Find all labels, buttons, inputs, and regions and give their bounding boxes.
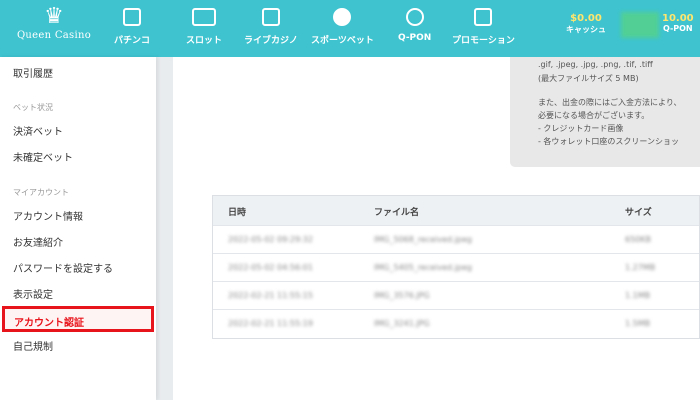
table-row: 2022-05-02 04:56:01 IMG_5405_received.jp… (213, 253, 699, 281)
qpon-amount: 10.00 (662, 13, 694, 24)
sidebar-item-unsettled-bets[interactable]: 未確定ベット (13, 149, 73, 164)
sidebar-item-account-verification[interactable]: アカウント認証 (2, 306, 154, 332)
nav-promotion-label: プロモーション (452, 36, 515, 46)
notice-max-size: (最大ファイルサイズ 5 MB) (538, 74, 639, 83)
queen-casino-logo[interactable]: ♛ Queen Casino (8, 4, 100, 52)
nav-sports-bet[interactable]: スポーツベット (311, 8, 374, 46)
upload-notice-box: .gif, .jpeg, .jpg, .png, .tif, .tiff (最大… (510, 57, 700, 167)
uploaded-files-table: 日時 ファイル名 サイズ 2022-05-02 09:29:32 IMG_506… (212, 195, 700, 339)
cell-date: 2022-02-21 11:55:15 (228, 291, 313, 300)
brand-line2: Casino (54, 30, 92, 41)
nav-slot-label: スロット (186, 36, 223, 46)
sidebar-item-display-settings[interactable]: 表示設定 (13, 286, 53, 301)
nav-pachinko[interactable]: パチンコ (114, 8, 150, 46)
sidebar-item-self-limit[interactable]: 自己規制 (13, 338, 53, 353)
qpon-icon (405, 8, 424, 26)
pachinko-icon (123, 8, 141, 26)
nav-sports-bet-label: スポーツベット (311, 36, 374, 46)
cell-date: 2022-02-21 11:55:19 (228, 319, 313, 328)
soccer-ball-icon (333, 8, 352, 26)
top-nav-bar: ♛ Queen Casino パチンコ スロット ライブカジノ スポーツベット … (0, 0, 700, 57)
nav-promotion[interactable]: プロモーション (452, 8, 515, 46)
notice-wallet-screenshot: - 各ウォレット口座のスクリーンショッ (538, 137, 680, 146)
cash-label: キャッシュ (566, 25, 606, 34)
cell-size: 1.5MB (625, 319, 651, 328)
cell-filename: IMG_3241.JPG (374, 319, 430, 328)
sidebar-header-my-account: マイアカウント (13, 188, 69, 197)
sidebar-item-referral[interactable]: お友達紹介 (13, 234, 63, 249)
nav-live-casino-label: ライブカジノ (244, 36, 298, 46)
slot-icon (192, 8, 216, 26)
column-header-size: サイズ (625, 208, 652, 218)
table-row: 2022-02-21 11:55:15 IMG_3576.JPG 1.1MB (213, 281, 699, 309)
crown-icon: ♛ (44, 4, 64, 29)
cash-balance[interactable]: $0.00 キャッシュ (566, 13, 606, 35)
nav-live-casino[interactable]: ライブカジノ (244, 8, 298, 46)
cell-date: 2022-05-02 04:56:01 (228, 263, 313, 272)
cell-size: 650KB (625, 235, 652, 244)
nav-qpon-label: Q-PON (398, 33, 432, 43)
table-row: 2022-02-21 11:55:19 IMG_3241.JPG 1.5MB (213, 309, 699, 337)
notice-credit-card: - クレジットカード画像 (538, 124, 624, 133)
live-casino-icon (261, 8, 280, 26)
cell-date: 2022-05-02 09:29:32 (228, 235, 313, 244)
cell-size: 1.1MB (625, 291, 651, 300)
nav-pachinko-label: パチンコ (114, 36, 151, 46)
blurred-bonus-balance (621, 12, 659, 38)
sidebar-item-password[interactable]: パスワードを設定する (13, 260, 113, 275)
table-header: 日時 ファイル名 サイズ (213, 196, 699, 225)
notice-withdraw-text-2: 必要になる場合がございます。 (538, 111, 650, 120)
sidebar-header-bets: ベット状況 (13, 103, 53, 112)
sidebar-item-history[interactable]: 取引履歴 (13, 65, 53, 80)
table-row: 2022-05-02 09:29:32 IMG_5068_received.jp… (213, 225, 699, 253)
sidebar-item-account-info[interactable]: アカウント情報 (13, 208, 83, 223)
cell-size: 1.27MB (625, 263, 656, 272)
cell-filename: IMG_3576.JPG (374, 291, 430, 300)
gift-icon (474, 8, 493, 26)
sidebar-item-settled-bets[interactable]: 決済ベット (13, 123, 63, 138)
qpon-balance[interactable]: 10.00 Q-PON (662, 13, 694, 33)
notice-file-types: .gif, .jpeg, .jpg, .png, .tif, .tiff (538, 60, 653, 69)
brand-line1: Queen (16, 30, 52, 41)
column-header-date: 日時 (228, 208, 247, 218)
column-header-filename: ファイル名 (374, 208, 420, 218)
cash-amount: $0.00 (570, 13, 602, 24)
nav-slot[interactable]: スロット (186, 8, 222, 46)
account-sidebar: 取引履歴 ベット状況 決済ベット 未確定ベット マイアカウント アカウント情報 … (0, 57, 156, 400)
sidebar-item-account-verification-label: アカウント認証 (14, 318, 84, 329)
cell-filename: IMG_5405_received.jpeg (374, 263, 472, 272)
nav-qpon[interactable]: Q-PON (398, 8, 431, 43)
qpon-label: Q-PON (663, 24, 693, 33)
cell-filename: IMG_5068_received.jpeg (374, 235, 472, 244)
notice-withdraw-text-1: また、出金の際にはご入金方法により、 (538, 98, 682, 107)
